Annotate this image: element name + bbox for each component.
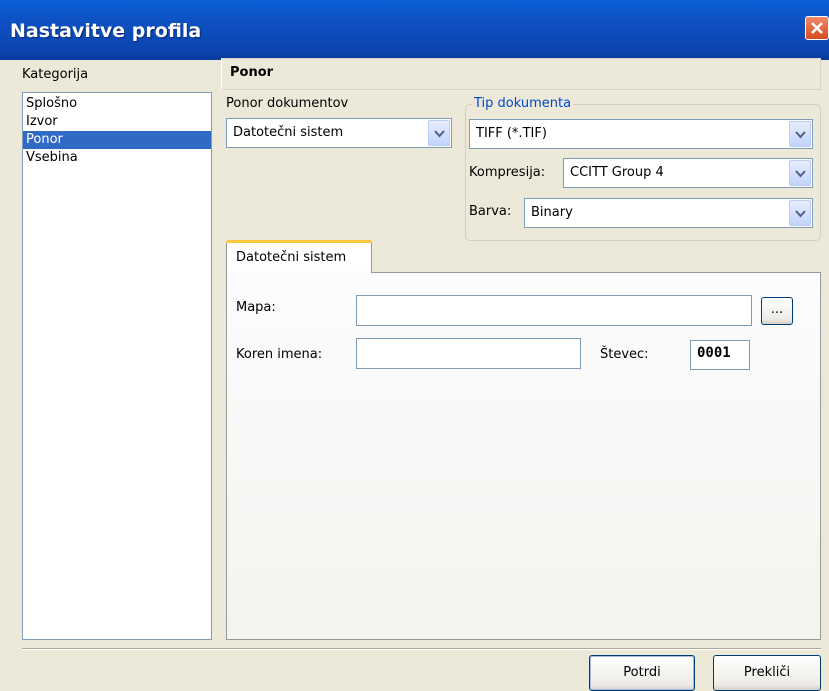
tab-joint (227, 271, 371, 273)
ok-button[interactable]: Potrdi (589, 655, 695, 691)
category-label: Kategorija (22, 67, 89, 82)
name-root-label: Koren imena: (236, 347, 323, 362)
cancel-button[interactable]: Prekliči (713, 655, 821, 691)
category-item-izvor[interactable]: Izvor (23, 113, 211, 131)
doc-type-value: TIFF (*.TIF) (476, 126, 547, 141)
category-item-vsebina[interactable]: Vsebina (23, 149, 211, 167)
counter-label: Števec: (600, 347, 649, 362)
compression-label: Kompresija: (469, 165, 546, 180)
chevron-down-icon[interactable] (789, 160, 811, 186)
close-icon (811, 22, 823, 34)
color-select[interactable]: Binary (524, 198, 813, 228)
tab-active-indicator (226, 240, 372, 243)
color-value: Binary (531, 205, 573, 220)
chevron-down-icon[interactable] (789, 200, 811, 226)
sink-select-value: Datotečni sistem (233, 125, 344, 140)
chevron-down-icon[interactable] (789, 121, 811, 147)
sink-label: Ponor dokumentov (226, 96, 349, 111)
footer-separator (22, 648, 821, 650)
section-header (221, 58, 821, 90)
counter-input[interactable]: 0001 (690, 340, 750, 370)
tab-filesystem-label: Datotečni sistem (236, 250, 347, 265)
chevron-down-icon[interactable] (428, 120, 450, 146)
doc-type-select[interactable]: TIFF (*.TIF) (469, 119, 813, 149)
browse-button[interactable]: ... (761, 297, 793, 325)
category-item-ponor[interactable]: Ponor (23, 131, 211, 149)
name-root-input[interactable] (356, 338, 581, 369)
close-button[interactable] (805, 16, 829, 40)
color-label: Barva: (469, 204, 512, 219)
sink-select[interactable]: Datotečni sistem (226, 118, 452, 148)
doc-type-legend: Tip dokumenta (472, 96, 574, 111)
window-title: Nastavitve profila (10, 20, 202, 42)
folder-input[interactable] (356, 295, 752, 326)
section-title: Ponor (230, 65, 274, 80)
tab-panel-filesystem (226, 272, 821, 640)
category-item-splosno[interactable]: Splošno (23, 95, 211, 113)
category-list[interactable]: Splošno Izvor Ponor Vsebina (22, 92, 212, 640)
compression-value: CCITT Group 4 (570, 165, 664, 180)
compression-select[interactable]: CCITT Group 4 (563, 158, 813, 188)
folder-label: Mapa: (236, 300, 276, 315)
